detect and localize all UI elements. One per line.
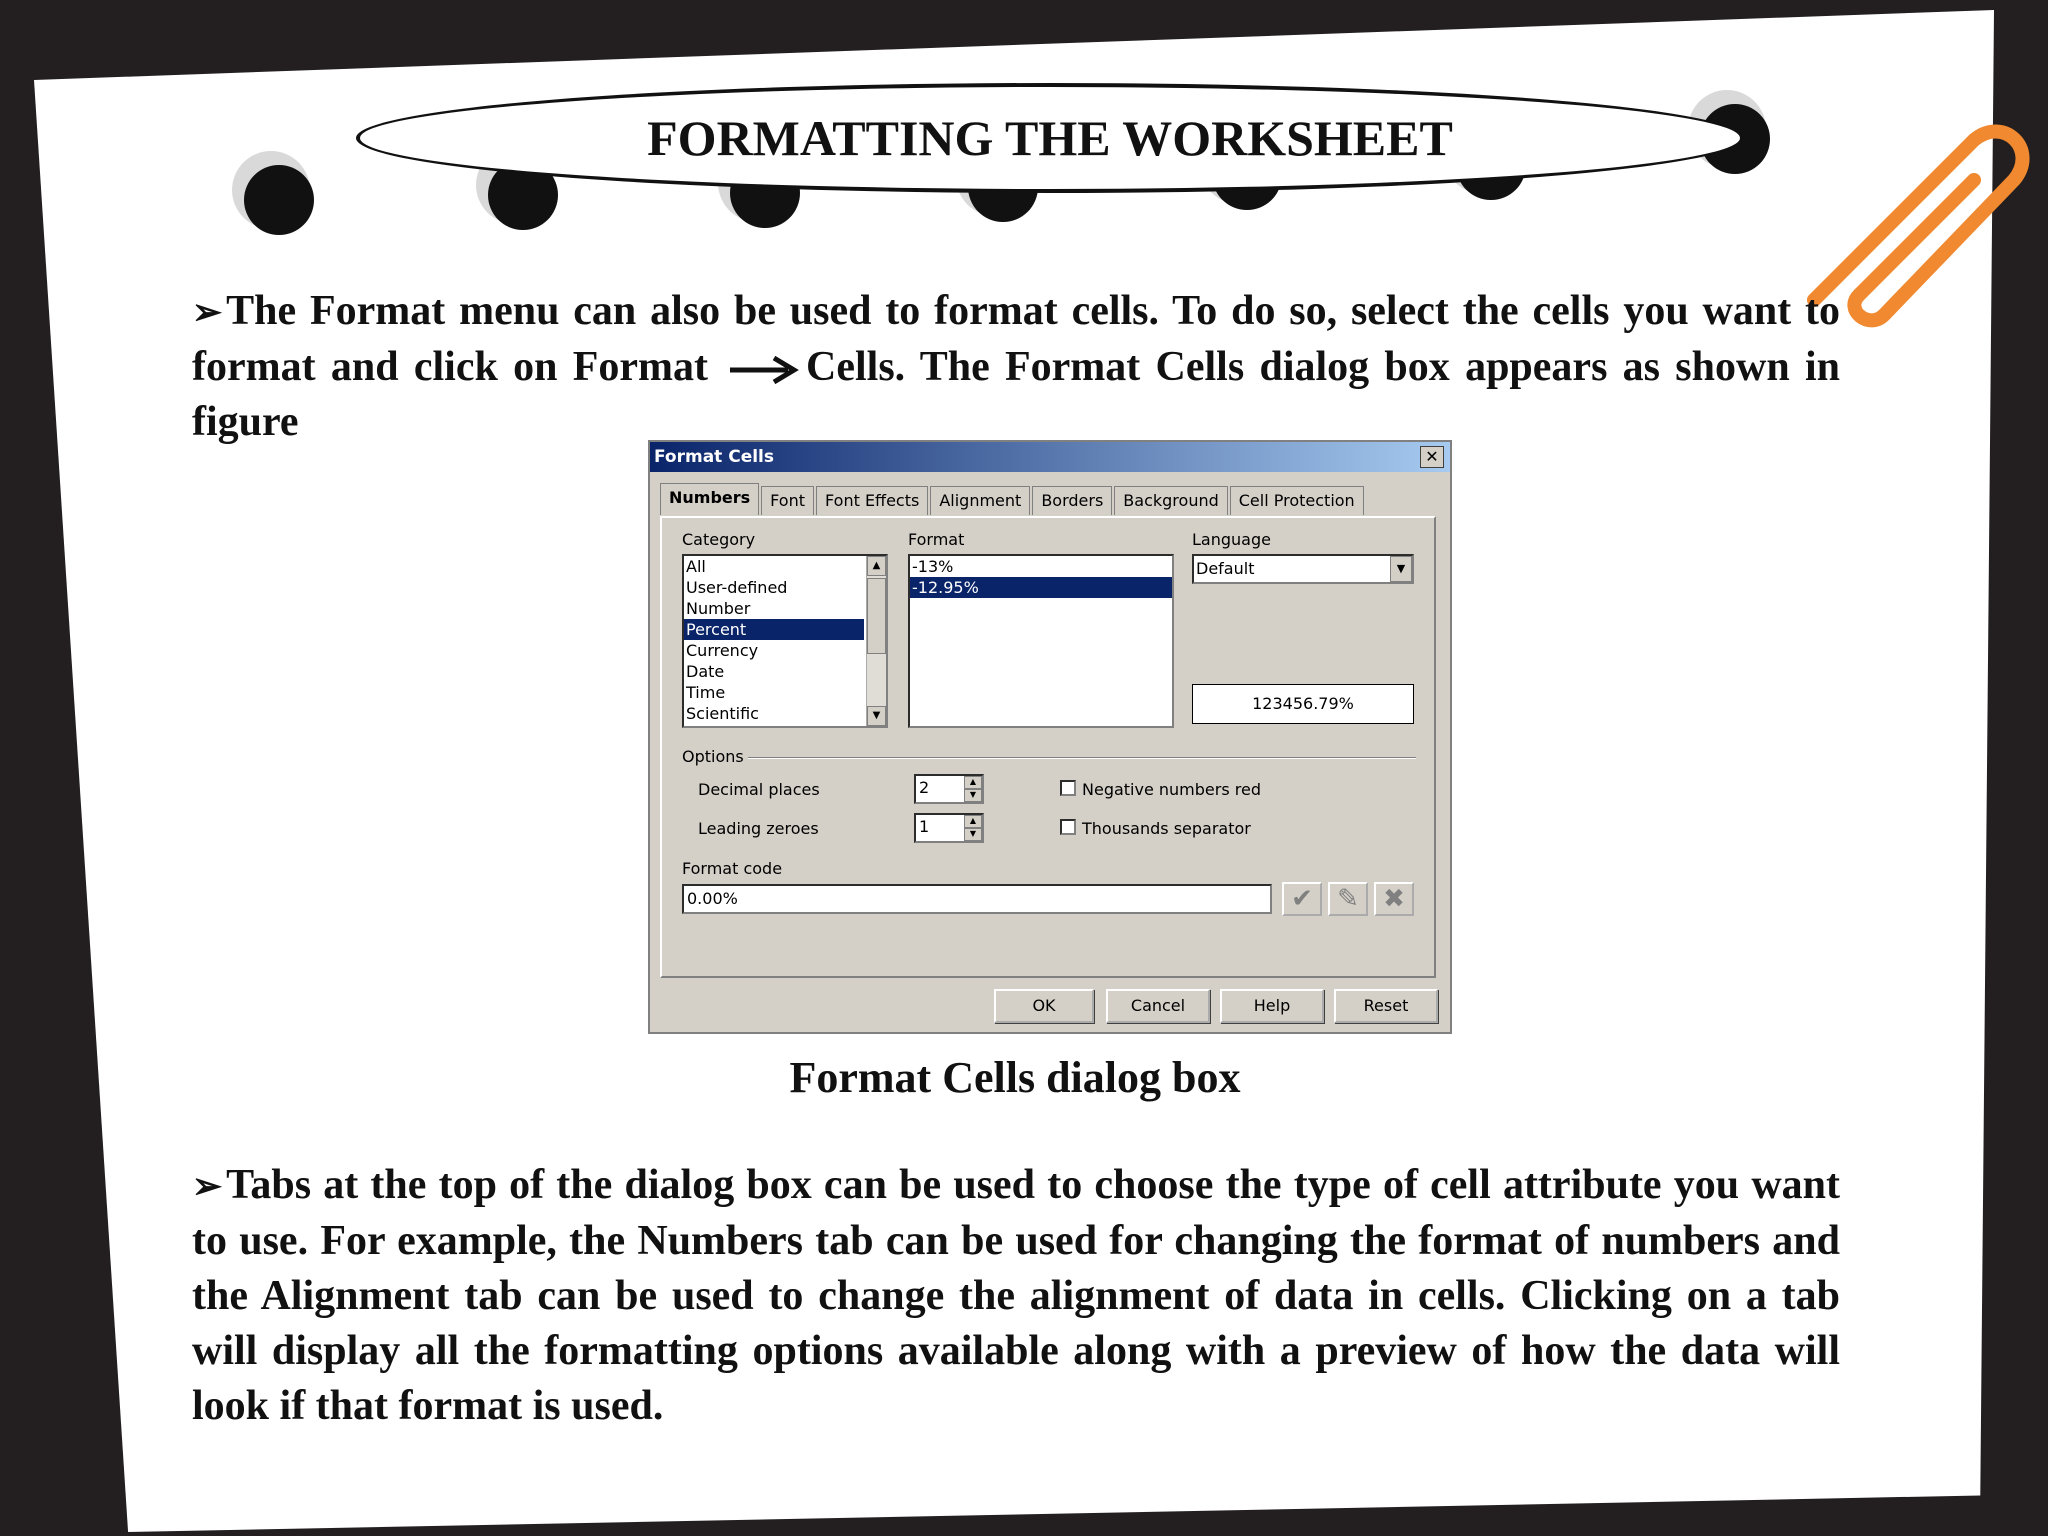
spin-up-icon[interactable]: ▲	[964, 815, 982, 828]
close-icon[interactable]: ✕	[1420, 446, 1444, 468]
thousands-separator-label: Thousands separator	[1082, 819, 1251, 838]
decimal-places-stepper[interactable]: 2 ▲ ▼	[914, 774, 984, 804]
format-code-input[interactable]: 0.00%	[682, 884, 1272, 914]
chevron-down-icon[interactable]: ▼	[1390, 556, 1412, 582]
list-item[interactable]: All	[684, 556, 886, 577]
decimal-places-label: Decimal places	[698, 780, 820, 799]
category-list[interactable]: All User-defined Number Percent Currency…	[682, 554, 888, 728]
list-item[interactable]: -13%	[910, 556, 1172, 577]
decimal-places-value: 2	[919, 778, 930, 797]
accept-icon[interactable]: ✔	[1282, 882, 1322, 916]
options-label: Options	[682, 747, 744, 766]
scroll-up-icon[interactable]: ▲	[867, 556, 886, 576]
right-arrow-icon	[730, 356, 799, 385]
dialog-titlebar: Format Cells ✕	[650, 442, 1450, 472]
bullet-arrow-icon: ➢	[192, 292, 223, 332]
list-item-selected[interactable]: Percent	[684, 619, 864, 640]
comment-icon[interactable]: ✎	[1328, 882, 1368, 916]
language-select[interactable]: Default ▼	[1192, 554, 1414, 584]
tab-borders[interactable]: Borders	[1032, 486, 1113, 515]
tabs-paragraph: ➢Tabs at the top of the dialog box can b…	[192, 1158, 1840, 1434]
binder-hole	[244, 165, 314, 235]
page-title: FORMATTING THE WORKSHEET	[647, 110, 1453, 166]
list-item[interactable]: Scientific	[684, 703, 886, 724]
list-item[interactable]: Number	[684, 598, 886, 619]
list-item[interactable]: Currency	[684, 640, 886, 661]
list-item[interactable]: User-defined	[684, 577, 886, 598]
format-list[interactable]: -13% -12.95%	[908, 554, 1174, 728]
list-item[interactable]: Time	[684, 682, 886, 703]
tab-bar: Numbers Font Font Effects Alignment Bord…	[660, 483, 1366, 516]
numbers-panel: Category All User-defined Number Percent…	[660, 516, 1436, 978]
thousands-separator-checkbox[interactable]	[1060, 819, 1076, 835]
category-label: Category	[682, 530, 756, 549]
format-cells-dialog: Format Cells ✕ Numbers Font Font Effects…	[648, 440, 1452, 1034]
scroll-thumb[interactable]	[867, 578, 886, 654]
scroll-down-icon[interactable]: ▼	[867, 706, 886, 726]
format-label: Format	[908, 530, 965, 549]
spin-up-icon[interactable]: ▲	[964, 776, 982, 789]
ok-button[interactable]: OK	[994, 989, 1094, 1023]
intro-paragraph: ➢The Format menu can also be used to for…	[192, 284, 1840, 450]
language-label: Language	[1192, 530, 1271, 549]
options-divider	[748, 757, 1416, 759]
negative-red-label: Negative numbers red	[1082, 780, 1261, 799]
leading-zeroes-value: 1	[919, 817, 930, 836]
tabs-text: Tabs at the top of the dialog box can be…	[192, 1162, 1840, 1429]
reset-button[interactable]: Reset	[1334, 989, 1438, 1023]
leading-zeroes-stepper[interactable]: 1 ▲ ▼	[914, 813, 984, 843]
tab-numbers[interactable]: Numbers	[660, 483, 760, 515]
list-item-selected[interactable]: -12.95%	[910, 577, 1172, 598]
tab-font-effects[interactable]: Font Effects	[816, 486, 929, 515]
leading-zeroes-label: Leading zeroes	[698, 819, 819, 838]
help-button[interactable]: Help	[1220, 989, 1324, 1023]
format-code-label: Format code	[682, 859, 783, 878]
tab-font[interactable]: Font	[761, 486, 815, 515]
category-scrollbar[interactable]: ▲ ▼	[866, 556, 886, 726]
preview-box: 123456.79%	[1192, 684, 1414, 724]
tab-cell-protection[interactable]: Cell Protection	[1229, 486, 1364, 515]
dialog-title: Format Cells	[654, 447, 774, 467]
title-banner: FORMATTING THE WORKSHEET	[356, 83, 1744, 193]
delete-icon[interactable]: ✖	[1374, 882, 1414, 916]
tab-alignment[interactable]: Alignment	[930, 486, 1031, 515]
spin-down-icon[interactable]: ▼	[964, 828, 982, 841]
cancel-button[interactable]: Cancel	[1106, 989, 1210, 1023]
list-item[interactable]: Date	[684, 661, 886, 682]
bullet-arrow-icon: ➢	[192, 1166, 223, 1206]
tab-background[interactable]: Background	[1114, 486, 1228, 515]
language-value: Default	[1196, 559, 1255, 578]
negative-red-checkbox[interactable]	[1060, 780, 1076, 796]
figure-caption: Format Cells dialog box	[789, 1053, 1241, 1102]
spin-down-icon[interactable]: ▼	[964, 789, 982, 802]
